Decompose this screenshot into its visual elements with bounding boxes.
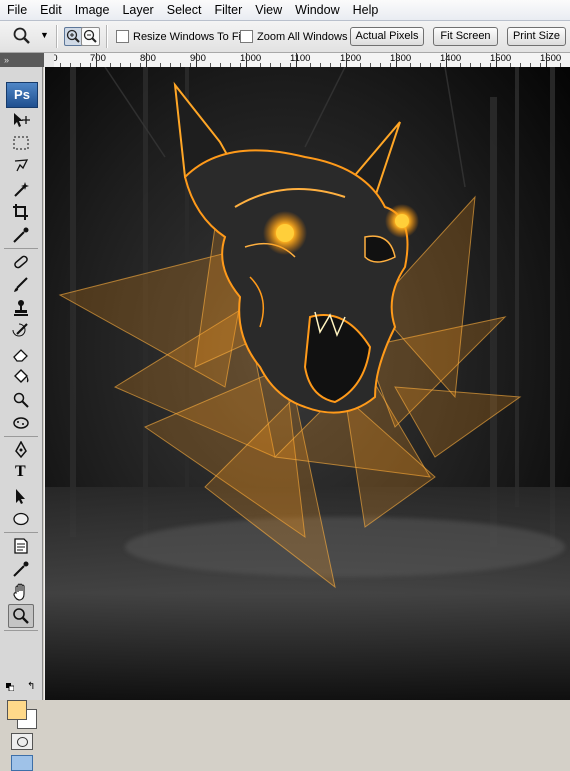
actual-pixels-button[interactable]: Actual Pixels: [350, 27, 424, 46]
options-bar: ▼ Resize Windows To Fit Zoom All Windows…: [0, 21, 570, 53]
hand-icon[interactable]: [9, 581, 33, 603]
notes-icon[interactable]: [9, 535, 33, 557]
menu-file[interactable]: File: [0, 0, 33, 20]
marquee-icon[interactable]: [9, 132, 33, 154]
menu-window[interactable]: Window: [288, 0, 345, 20]
ruler-origin[interactable]: [44, 53, 54, 68]
ruler-label: 1200: [340, 53, 362, 64]
toolbox-header[interactable]: »: [0, 53, 44, 67]
ruler-tick: [96, 53, 97, 67]
ruler-tick: [296, 53, 297, 67]
fit-screen-button[interactable]: Fit Screen: [433, 27, 498, 46]
menu-view[interactable]: View: [248, 0, 288, 20]
menu-select[interactable]: Select: [160, 0, 208, 20]
eyedropper-icon[interactable]: [9, 224, 33, 246]
separator: [56, 25, 58, 48]
document-canvas[interactable]: [45, 67, 570, 700]
separator: [4, 630, 38, 631]
print-size-button[interactable]: Print Size: [507, 27, 566, 46]
ruler-tick: [546, 53, 547, 67]
zoom-all-windows-label: Zoom All Windows: [257, 30, 348, 43]
path-selection-icon[interactable]: [9, 485, 33, 507]
pen-icon[interactable]: [9, 439, 33, 461]
menu-bar: File Edit Image Layer Select Filter View…: [0, 0, 570, 21]
zoom-icon[interactable]: [12, 26, 32, 46]
separator: [4, 248, 38, 249]
magic-wand-icon[interactable]: [9, 178, 33, 200]
resize-windows-checkbox[interactable]: Resize Windows To Fit: [116, 30, 244, 43]
type-glyph: T: [15, 463, 26, 480]
ruler-label: 700: [90, 53, 106, 64]
separator: [4, 436, 38, 437]
checkbox-box[interactable]: [116, 30, 129, 43]
resize-windows-label: Resize Windows To Fit: [133, 30, 245, 43]
menu-edit[interactable]: Edit: [33, 0, 68, 20]
type-icon[interactable]: T: [9, 462, 33, 484]
menu-layer[interactable]: Layer: [115, 0, 159, 20]
history-brush-icon[interactable]: [9, 320, 33, 342]
ruler-tick: [246, 53, 247, 67]
crop-icon[interactable]: [9, 201, 33, 223]
collapse-arrows-icon[interactable]: »: [4, 53, 9, 67]
eraser-icon[interactable]: [9, 343, 33, 365]
separator: [4, 532, 38, 533]
ruler-label: 900: [190, 53, 206, 64]
ruler-tick: [196, 53, 197, 67]
ruler-label: 00: [54, 53, 58, 64]
ruler-label: 1600: [540, 53, 562, 64]
swap-colors-icon[interactable]: ↰: [27, 681, 35, 692]
foreground-color-swatch[interactable]: [7, 700, 27, 720]
zoom-icon[interactable]: [8, 604, 34, 628]
tool-preset-caret-icon[interactable]: ▼: [40, 30, 49, 40]
ruler-tick: [346, 53, 347, 67]
ruler-label: 1100: [290, 53, 311, 64]
ruler-label: 1000: [240, 53, 262, 64]
dodge-icon[interactable]: [9, 389, 33, 411]
ruler-tick: [396, 53, 397, 67]
menu-help[interactable]: Help: [346, 0, 385, 20]
default-colors-icon[interactable]: [6, 683, 14, 691]
lasso-icon[interactable]: [9, 155, 33, 177]
brush-icon[interactable]: [9, 274, 33, 296]
eyedropper-2-icon[interactable]: [9, 558, 33, 580]
healing-brush-icon[interactable]: [9, 251, 33, 273]
ruler-label: 1500: [490, 53, 512, 64]
quick-mask-icon[interactable]: [11, 733, 33, 750]
zoom-out-icon[interactable]: [81, 27, 100, 46]
ruler-label: 1400: [440, 53, 462, 64]
separator: [106, 25, 108, 48]
photoshop-logo[interactable]: Ps: [6, 82, 38, 108]
paint-bucket-icon[interactable]: [9, 366, 33, 388]
menu-image[interactable]: Image: [68, 0, 116, 20]
sponge-icon[interactable]: [9, 412, 33, 434]
artwork-image: [45, 67, 570, 700]
screen-mode-icon[interactable]: [11, 755, 33, 771]
zoom-all-windows-checkbox[interactable]: Zoom All Windows: [240, 30, 347, 43]
ruler-tick: [446, 53, 447, 67]
menu-filter[interactable]: Filter: [207, 0, 248, 20]
toolbox: Ps T ↰: [0, 67, 43, 771]
ruler-tick: [496, 53, 497, 67]
ruler-label: 1300: [390, 53, 412, 64]
horizontal-ruler[interactable]: 00 700 800 900 1000 1100 1200 1300 1400 …: [54, 53, 570, 68]
move-icon[interactable]: [9, 109, 33, 131]
checkbox-box[interactable]: [240, 30, 253, 43]
ruler-label: 800: [140, 53, 156, 64]
ruler-tick: [146, 53, 147, 67]
ellipse-shape-icon[interactable]: [9, 508, 33, 530]
clone-stamp-icon[interactable]: [9, 297, 33, 319]
